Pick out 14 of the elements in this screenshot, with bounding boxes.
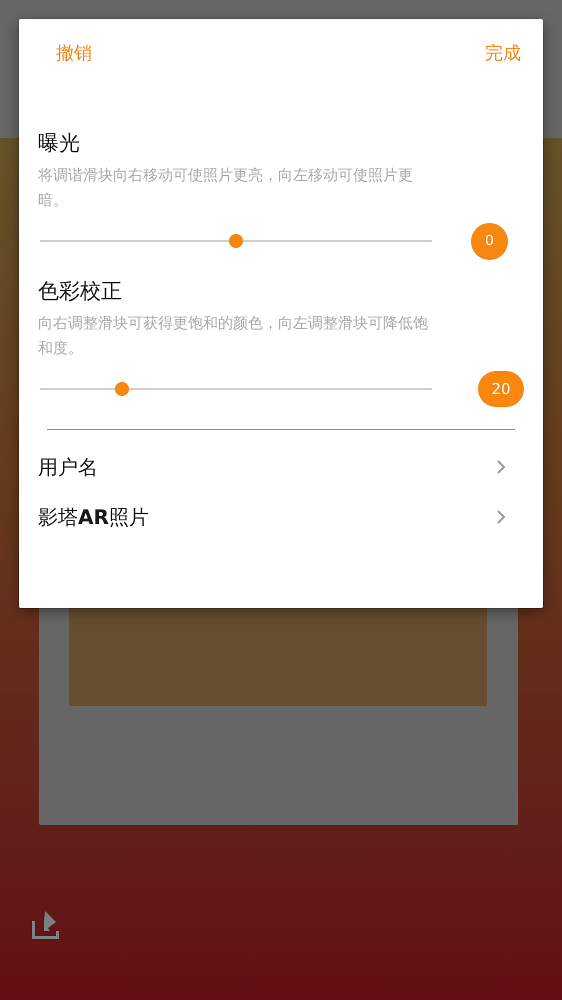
chevron-right-icon xyxy=(496,509,506,525)
setting-title: 色彩校正 xyxy=(38,278,123,305)
value-badge: 0 xyxy=(471,222,508,260)
setting-title: 曝光 xyxy=(38,130,81,157)
menu-item-label: 影塔AR照片 xyxy=(38,504,149,530)
menu-item[interactable]: 用户名 xyxy=(38,442,506,492)
menu-item[interactable]: 影塔AR照片 xyxy=(38,492,506,542)
setting-description: 将调谐滑块向右移动可使照片更亮，向左移动可使照片更暗。 xyxy=(38,165,414,211)
setting-description: 向右调整滑块可获得更饱和的颜色，向左调整滑块可降低饱和度。 xyxy=(38,313,429,359)
chevron-right-icon xyxy=(496,459,506,475)
value-badge: 20 xyxy=(478,371,524,407)
slider-thumb[interactable] xyxy=(229,234,243,248)
menu-item-label: 用户名 xyxy=(38,454,98,480)
slider-thumb[interactable] xyxy=(115,382,130,396)
